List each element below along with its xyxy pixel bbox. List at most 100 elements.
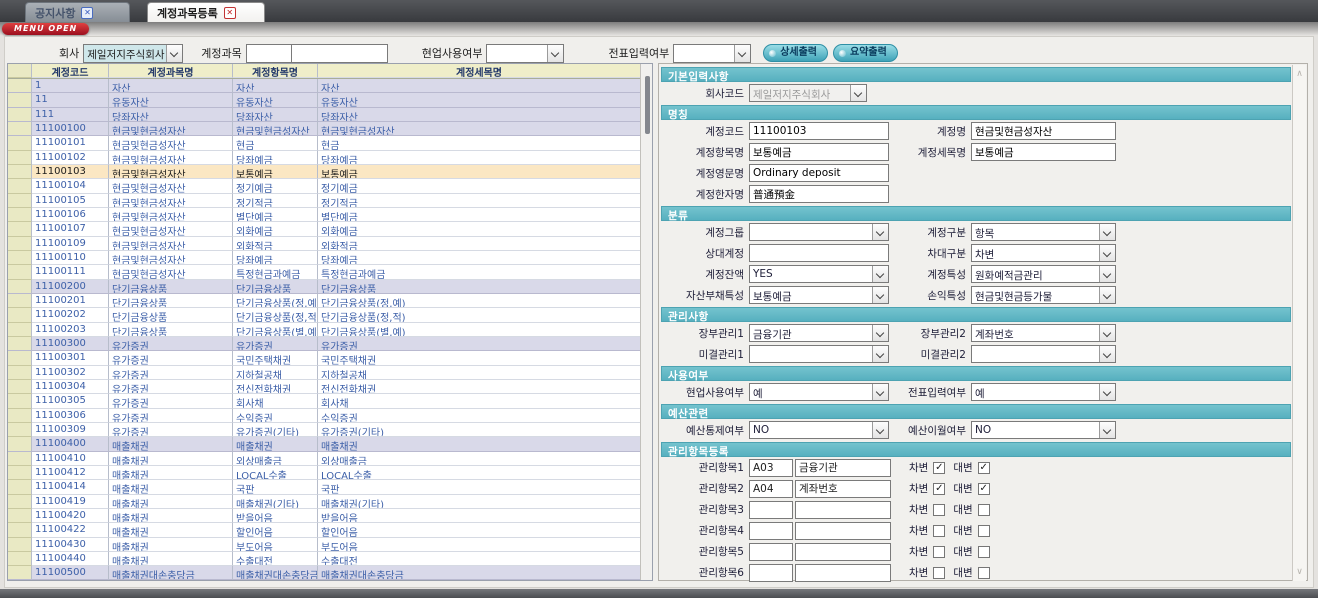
debit-checkbox[interactable] xyxy=(933,483,945,495)
table-row[interactable]: 11유동자산유동자산유동자산 xyxy=(8,93,640,107)
budget-carryover-select[interactable]: NO xyxy=(971,421,1116,439)
scroll-up-icon[interactable]: ∧ xyxy=(1293,67,1306,81)
row-selector[interactable] xyxy=(8,566,32,580)
row-selector[interactable] xyxy=(8,523,32,537)
table-scrollbar[interactable] xyxy=(640,64,652,580)
scroll-down-icon[interactable]: ∨ xyxy=(1293,565,1306,579)
table-row[interactable]: 11100430매출채권부도어음부도어음 xyxy=(8,538,640,552)
table-row[interactable]: 11100104현금및현금성자산정기예금정기예금 xyxy=(8,179,640,193)
table-row[interactable]: 11100302유가증권지하철공채지하철공채 xyxy=(8,366,640,380)
mgmt-item-2-code-input[interactable] xyxy=(749,480,793,498)
table-row[interactable]: 11100301유가증권국민주택채권국민주택채권 xyxy=(8,351,640,365)
table-row[interactable]: 11100107현금및현금성자산외화예금외화예금 xyxy=(8,222,640,236)
field-use-select[interactable]: 예 xyxy=(749,383,889,401)
table-row[interactable]: 11100300유가증권유가증권유가증권 xyxy=(8,337,640,351)
table-row[interactable]: 11100309유가증권유가증권(기타)유가증권(기타) xyxy=(8,423,640,437)
table-row[interactable]: 111당좌자산당좌자산당좌자산 xyxy=(8,108,640,122)
table-row[interactable]: 11100400매출채권매출채권매출채권 xyxy=(8,437,640,451)
table-row[interactable]: 11100200단기금융상품단기금융상품단기금융상품 xyxy=(8,280,640,294)
account-division-select[interactable]: 항목 xyxy=(971,223,1116,241)
ledger-mgmt-1-select[interactable]: 금융기관 xyxy=(749,324,889,342)
account-item-name-input[interactable] xyxy=(749,143,889,161)
debit-checkbox[interactable] xyxy=(933,504,945,516)
mgmt-item-6-code-input[interactable] xyxy=(749,564,793,582)
row-selector[interactable] xyxy=(8,394,32,408)
menu-open-button[interactable]: MENU OPEN xyxy=(2,23,89,35)
table-row[interactable]: 11100105현금및현금성자산정기적금정기적금 xyxy=(8,194,640,208)
row-selector[interactable] xyxy=(8,194,32,208)
pending-mgmt-2-select[interactable] xyxy=(971,345,1116,363)
row-selector[interactable] xyxy=(8,351,32,365)
credit-checkbox[interactable] xyxy=(978,546,990,558)
account-hanja-name-input[interactable] xyxy=(749,185,889,203)
credit-checkbox[interactable] xyxy=(978,525,990,537)
table-row[interactable]: 1자산자산자산 xyxy=(8,79,640,93)
debit-credit-division-select[interactable]: 차변 xyxy=(971,244,1116,262)
debit-checkbox[interactable] xyxy=(933,567,945,579)
debit-checkbox[interactable] xyxy=(933,462,945,474)
account-code-input[interactable] xyxy=(749,122,889,140)
row-selector[interactable] xyxy=(8,165,32,179)
debit-checkbox[interactable] xyxy=(933,525,945,537)
mgmt-item-5-code-input[interactable] xyxy=(749,543,793,561)
table-row[interactable]: 11100106현금및현금성자산별단예금별단예금 xyxy=(8,208,640,222)
table-row[interactable]: 11100304유가증권전신전화채권전신전화채권 xyxy=(8,380,640,394)
mgmt-item-4-code-input[interactable] xyxy=(749,522,793,540)
row-selector[interactable] xyxy=(8,552,32,566)
close-icon[interactable]: ✕ xyxy=(81,7,93,19)
row-selector[interactable] xyxy=(8,538,32,552)
table-row[interactable]: 11100100현금및현금성자산현금및현금성자산현금및현금성자산 xyxy=(8,122,640,136)
summary-print-button[interactable]: 요약출력 xyxy=(833,44,898,62)
row-selector[interactable] xyxy=(8,79,32,93)
mgmt-item-3-code-input[interactable] xyxy=(749,501,793,519)
row-selector[interactable] xyxy=(8,122,32,136)
table-row[interactable]: 11100414매출채권국판국판 xyxy=(8,480,640,494)
table-row[interactable]: 11100500매출채권대손충당금매출채권대손충당금매출채권대손충당금 xyxy=(8,566,640,580)
table-row[interactable]: 11100111현금및현금성자산특정현금과예금특정현금과예금 xyxy=(8,265,640,279)
row-selector[interactable] xyxy=(8,452,32,466)
mgmt-item-1-code-input[interactable] xyxy=(749,459,793,477)
table-row[interactable]: 11100420매출채권받을어음받을어음 xyxy=(8,509,640,523)
row-selector[interactable] xyxy=(8,151,32,165)
slip-entry-select[interactable] xyxy=(673,44,751,63)
row-selector[interactable] xyxy=(8,437,32,451)
row-selector[interactable] xyxy=(8,208,32,222)
budget-control-select[interactable]: NO xyxy=(749,421,889,439)
table-row[interactable]: 11100305유가증권회사채회사채 xyxy=(8,394,640,408)
field-use-select[interactable] xyxy=(486,44,564,63)
tab-notice[interactable]: 공지사항 ✕ xyxy=(25,2,130,22)
row-selector[interactable] xyxy=(8,495,32,509)
table-row[interactable]: 11100419매출채권매출채권(기타)매출채권(기타) xyxy=(8,495,640,509)
scrollbar-thumb[interactable] xyxy=(645,76,650,134)
row-selector[interactable] xyxy=(8,136,32,150)
mgmt-item-2-name-input[interactable] xyxy=(795,480,891,498)
ledger-mgmt-2-select[interactable]: 계좌번호 xyxy=(971,324,1116,342)
slip-entry-select[interactable]: 예 xyxy=(971,383,1116,401)
table-row[interactable]: 11100306유가증권수익증권수익증권 xyxy=(8,409,640,423)
row-selector[interactable] xyxy=(8,237,32,251)
table-row[interactable]: 11100110현금및현금성자산당좌예금당좌예금 xyxy=(8,251,640,265)
row-selector[interactable] xyxy=(8,294,32,308)
row-selector[interactable] xyxy=(8,222,32,236)
tab-account-registration[interactable]: 계정과목등록 ✕ xyxy=(147,2,265,22)
row-selector[interactable] xyxy=(8,179,32,193)
table-row[interactable]: 11100202단기금융상품단기금융상품(정,적)단기금융상품(정,적) xyxy=(8,308,640,322)
detail-print-button[interactable]: 상세출력 xyxy=(763,44,828,62)
row-selector[interactable] xyxy=(8,409,32,423)
company-select[interactable]: 제일저지주식회사 xyxy=(83,44,183,63)
row-selector[interactable] xyxy=(8,509,32,523)
table-row[interactable]: 11100102현금및현금성자산당좌예금당좌예금 xyxy=(8,151,640,165)
credit-checkbox[interactable] xyxy=(978,504,990,516)
account-balance-select[interactable]: YES xyxy=(749,265,889,283)
table-row[interactable]: 11100422매출채권할인어음할인어음 xyxy=(8,523,640,537)
pending-mgmt-1-select[interactable] xyxy=(749,345,889,363)
account-name-filter-input[interactable] xyxy=(291,44,388,63)
counter-account-input[interactable] xyxy=(749,244,889,262)
table-row[interactable]: 11100201단기금융상품단기금융상품(정,예)단기금융상품(정,예) xyxy=(8,294,640,308)
row-selector[interactable] xyxy=(8,108,32,122)
table-row[interactable]: 11100412매출채권LOCAL수출LOCAL수출 xyxy=(8,466,640,480)
row-selector[interactable] xyxy=(8,366,32,380)
account-characteristic-select[interactable]: 원화예적금관리 xyxy=(971,265,1116,283)
mgmt-item-6-name-input[interactable] xyxy=(795,564,891,582)
table-row[interactable]: 11100103현금및현금성자산보통예금보통예금 xyxy=(8,165,640,179)
